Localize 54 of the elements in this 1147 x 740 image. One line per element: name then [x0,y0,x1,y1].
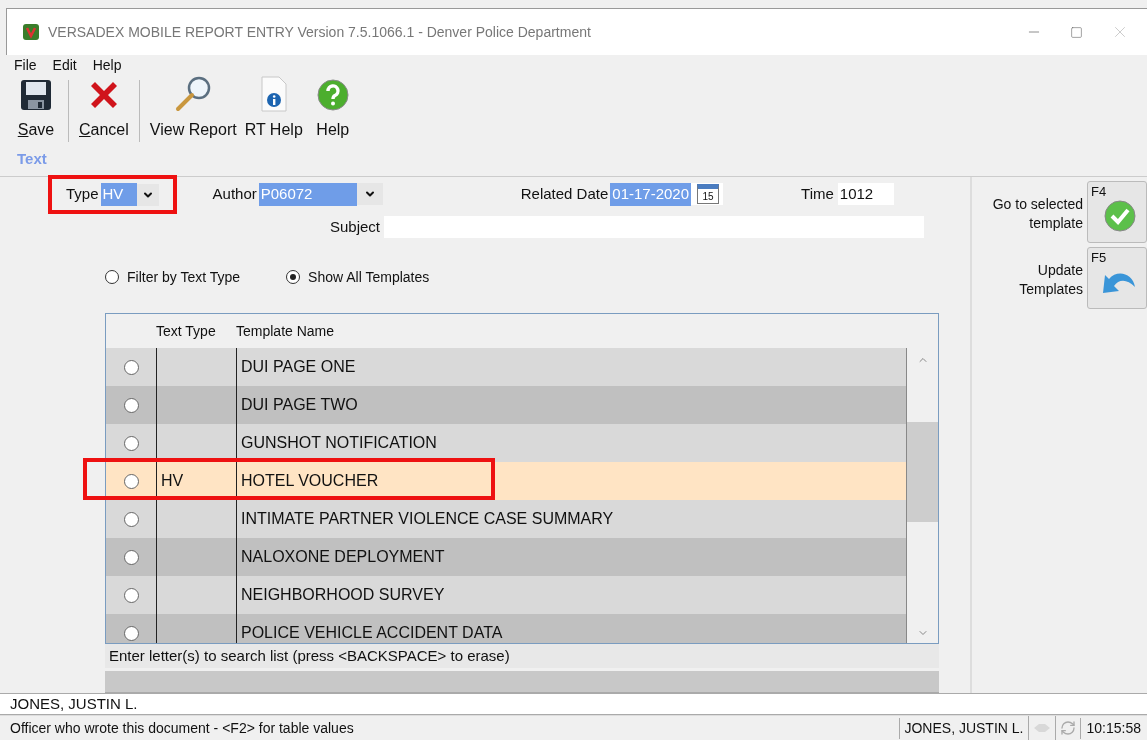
row-radio[interactable] [123,587,139,603]
side-button[interactable]: F5 [1087,247,1147,310]
subject-label: Subject [330,217,381,238]
table-row[interactable]: HV HOTEL VOUCHER [106,462,906,501]
scrollbar[interactable] [906,348,938,644]
side-button-label: Go to selected template [991,195,1083,234]
row-radio[interactable] [123,473,139,489]
calendar-icon[interactable]: 15 [697,184,720,205]
status-time: 10:15:58 [1079,717,1147,739]
checkmark-icon [1103,199,1137,234]
scroll-thumb[interactable] [907,422,938,523]
section-label: Text [16,149,48,170]
table-row[interactable]: NEIGHBORHOOD SURVEY [106,576,906,615]
filter-radio[interactable]: Filter by Text Type [105,266,241,288]
table-row[interactable]: INTIMATE PARTNER VIOLENCE CASE SUMMARY [106,500,906,539]
table-row[interactable]: POLICE VEHICLE ACCIDENT DATA [106,614,906,644]
help-icon [315,78,350,113]
column-header: Template Name [236,321,335,341]
time-label: Time [801,184,834,205]
table-row[interactable]: DUI PAGE ONE [106,348,906,387]
toolbar-button[interactable]: RT Help [240,76,307,143]
author-label: Author [212,184,257,205]
status-user: JONES, JUSTIN L. [899,717,1028,739]
type-label: Type [66,184,99,205]
window-title: VERSADEX MOBILE REPORT ENTRY Version 7.5.1066.1 - Denver Police Department [48,22,591,42]
time-field[interactable]: 1012 [837,183,894,206]
row-radio[interactable] [123,549,139,565]
table-row[interactable]: GUNSHOT NOTIFICATION [106,424,906,463]
filter-radio[interactable]: Show All Templates [286,266,430,288]
table-row[interactable]: NALOXONE DEPLOYMENT [106,538,906,577]
date-field[interactable]: 01-17-2020 15 [610,183,724,206]
menu-item[interactable]: Edit [52,55,77,77]
row-radio[interactable] [123,397,139,413]
toolbar-button[interactable]: Save [10,78,62,143]
side-button[interactable]: F4 [1087,181,1147,244]
table-row[interactable]: DUI PAGE TWO [106,386,906,425]
refresh-icon[interactable] [1059,720,1076,737]
side-button-label: Update Templates [1018,261,1083,300]
status-message: Officer who wrote this document - <F2> for table values [9,718,355,738]
related-date-label: Related Date [520,184,609,205]
row-radio[interactable] [123,511,139,527]
menu-item[interactable]: Help [92,55,122,77]
toolbar-button[interactable]: View Report [145,76,241,143]
maximize-icon[interactable] [1070,25,1083,39]
row-radio[interactable] [123,435,139,451]
row-radio[interactable] [123,359,139,375]
row-radio[interactable] [123,625,139,641]
search-hint: Enter letter(s) to search list (press <BACKSPACE> to erase) [105,644,939,669]
document-info-icon [258,76,289,113]
shield-icon [22,23,40,42]
toolbar-button[interactable]: Help [306,78,359,143]
toolbar-button[interactable]: Cancel [75,78,133,143]
column-header: Text Type [156,321,217,341]
menu-item[interactable]: File [14,55,37,77]
